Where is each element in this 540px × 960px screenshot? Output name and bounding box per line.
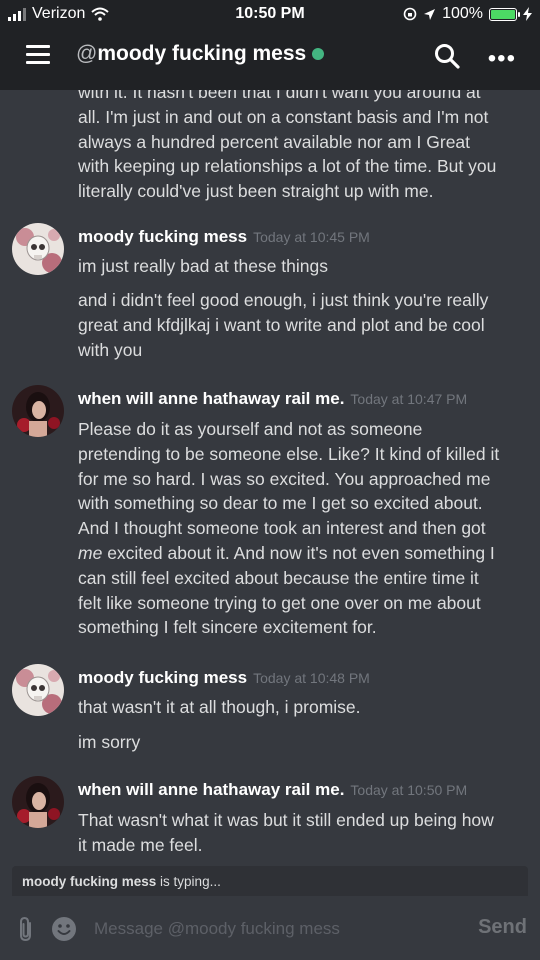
status-bar: Verizon 10:50 PM 100% [0, 0, 540, 28]
more-icon[interactable]: ••• [488, 45, 516, 73]
message-content: and i didn't feel good enough, i just th… [78, 290, 489, 360]
emoji-icon[interactable] [51, 916, 77, 942]
typing-suffix: is typing... [156, 874, 221, 889]
message-content: with it. It hasn't been that I didn't wa… [78, 90, 497, 202]
italic-word: me [78, 542, 103, 563]
location-icon [424, 8, 436, 20]
message-content: That wasn't what it was but it still end… [78, 810, 494, 855]
avatar[interactable] [12, 664, 64, 716]
charging-icon [523, 7, 532, 21]
timestamp: Today at 10:47 PM [350, 391, 468, 407]
author-name[interactable]: when will anne hathaway rail me. [78, 389, 344, 408]
rotation-lock-icon [403, 7, 417, 21]
message-header: when will anne hathaway rail me. Today at… [78, 780, 467, 800]
search-icon[interactable] [434, 43, 460, 69]
hamburger-icon[interactable] [26, 45, 50, 65]
attachment-icon[interactable] [16, 916, 36, 942]
battery-icon [489, 7, 520, 21]
send-button[interactable]: Send [478, 916, 527, 939]
avatar[interactable] [12, 385, 64, 437]
timestamp: Today at 10:45 PM [253, 229, 370, 245]
message-input[interactable] [92, 915, 456, 943]
author-name[interactable]: moody fucking mess [78, 668, 247, 687]
typing-user: moody fucking mess [22, 874, 157, 889]
avatar[interactable] [12, 223, 64, 275]
message-list[interactable]: with it. It hasn't been that I didn't wa… [0, 90, 540, 866]
message-content: im sorry [78, 732, 141, 752]
message-content: that wasn't it at all though, i promise. [78, 697, 361, 717]
message-content: im just really bad at these things [78, 256, 328, 276]
message-content: Please do it as yourself and not as some… [78, 419, 500, 638]
top-bar: Verizon 10:50 PM 100% @moody fucking mes… [0, 0, 540, 90]
avatar[interactable] [12, 776, 64, 828]
message-header: when will anne hathaway rail me. Today at… [78, 389, 467, 409]
battery-percent: 100% [442, 5, 483, 22]
timestamp: Today at 10:48 PM [253, 670, 370, 686]
channel-header: @moody fucking mess ••• [0, 35, 540, 79]
timestamp: Today at 10:50 PM [350, 782, 468, 798]
online-status-dot [312, 48, 325, 61]
message-header: moody fucking mess Today at 10:48 PM [78, 668, 370, 688]
typing-indicator: moody fucking mess is typing... [12, 866, 528, 896]
message-composer: Send [0, 896, 540, 960]
author-name[interactable]: moody fucking mess [78, 227, 247, 246]
channel-title: @moody fucking mess [76, 42, 325, 66]
message-header: moody fucking mess Today at 10:45 PM [78, 227, 370, 247]
channel-name: moody fucking mess [97, 42, 307, 65]
author-name[interactable]: when will anne hathaway rail me. [78, 780, 344, 799]
